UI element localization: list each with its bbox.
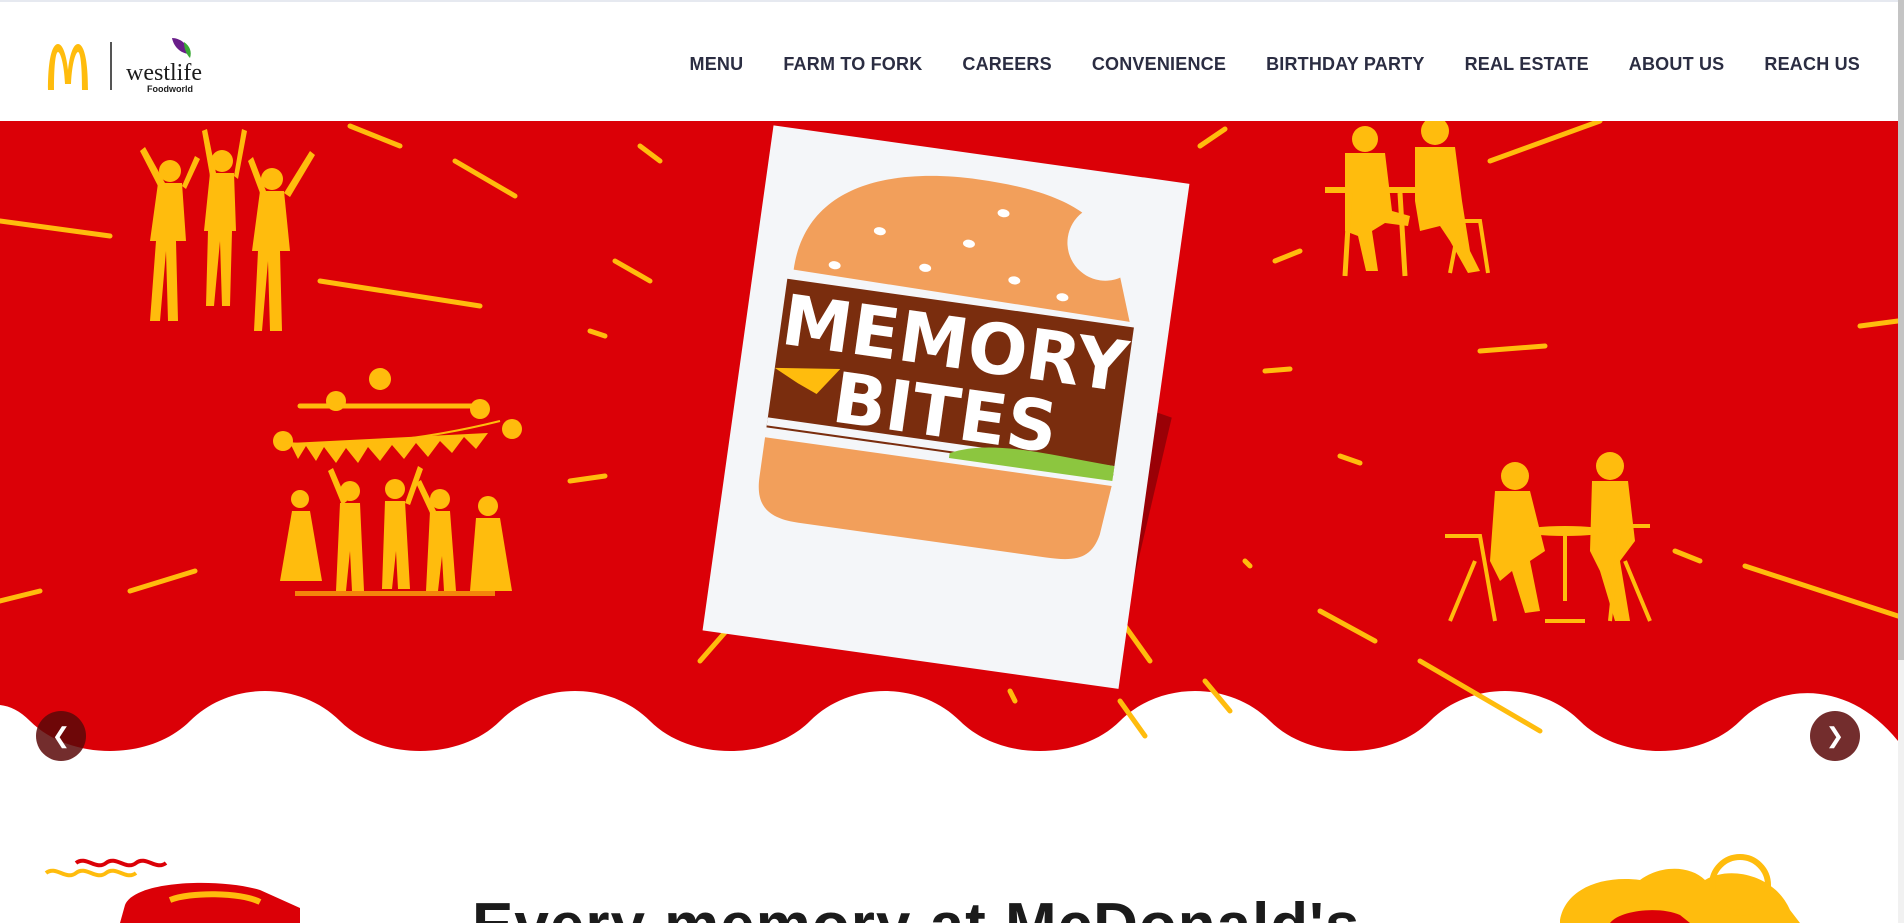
nav-convenience[interactable]: CONVENIENCE xyxy=(1092,42,1226,86)
nav-birthday-party[interactable]: BIRTHDAY PARTY xyxy=(1266,42,1425,86)
carousel-prev-button[interactable]: ❮ xyxy=(36,711,86,761)
section-tagline: Every memory at McDonald's xyxy=(472,890,1360,923)
logo-wordmark: westlife xyxy=(126,60,202,86)
chevron-left-icon: ❮ xyxy=(51,723,71,748)
nav-farm-to-fork[interactable]: FARM TO FORK xyxy=(783,42,922,86)
memory-bites-card: MEMORY BITES xyxy=(702,125,1190,689)
badge-25-right xyxy=(1560,854,1800,923)
logo-sub-wordmark: Foodworld xyxy=(147,84,193,94)
hero-carousel: MEMORY BITES ❮ ❯ xyxy=(0,121,1898,781)
nav-menu[interactable]: MENU xyxy=(690,42,744,86)
anniversary-section: Every memory at McDonald's xyxy=(0,780,1898,923)
brand-logo[interactable]: westlife Foodworld xyxy=(44,32,214,98)
main-nav: MENU FARM TO FORK CAREERS CONVENIENCE BI… xyxy=(650,42,1860,86)
site-header: westlife Foodworld MENU FARM TO FORK CAR… xyxy=(0,2,1898,121)
nav-real-estate[interactable]: REAL ESTATE xyxy=(1465,42,1589,86)
nav-reach-us[interactable]: REACH US xyxy=(1764,42,1860,86)
carousel-next-button[interactable]: ❯ xyxy=(1810,711,1860,761)
scrollbar-thumb[interactable] xyxy=(1898,0,1904,660)
squiggle-left-icon xyxy=(44,868,138,878)
badge-25-left xyxy=(120,882,300,923)
chevron-right-icon: ❯ xyxy=(1825,723,1845,748)
golden-arches-icon xyxy=(48,44,88,90)
hero-slide: MEMORY BITES xyxy=(0,121,1898,751)
page-scrollbar[interactable] xyxy=(1898,0,1904,923)
nav-careers[interactable]: CAREERS xyxy=(962,42,1051,86)
nav-about-us[interactable]: ABOUT US xyxy=(1629,42,1725,86)
